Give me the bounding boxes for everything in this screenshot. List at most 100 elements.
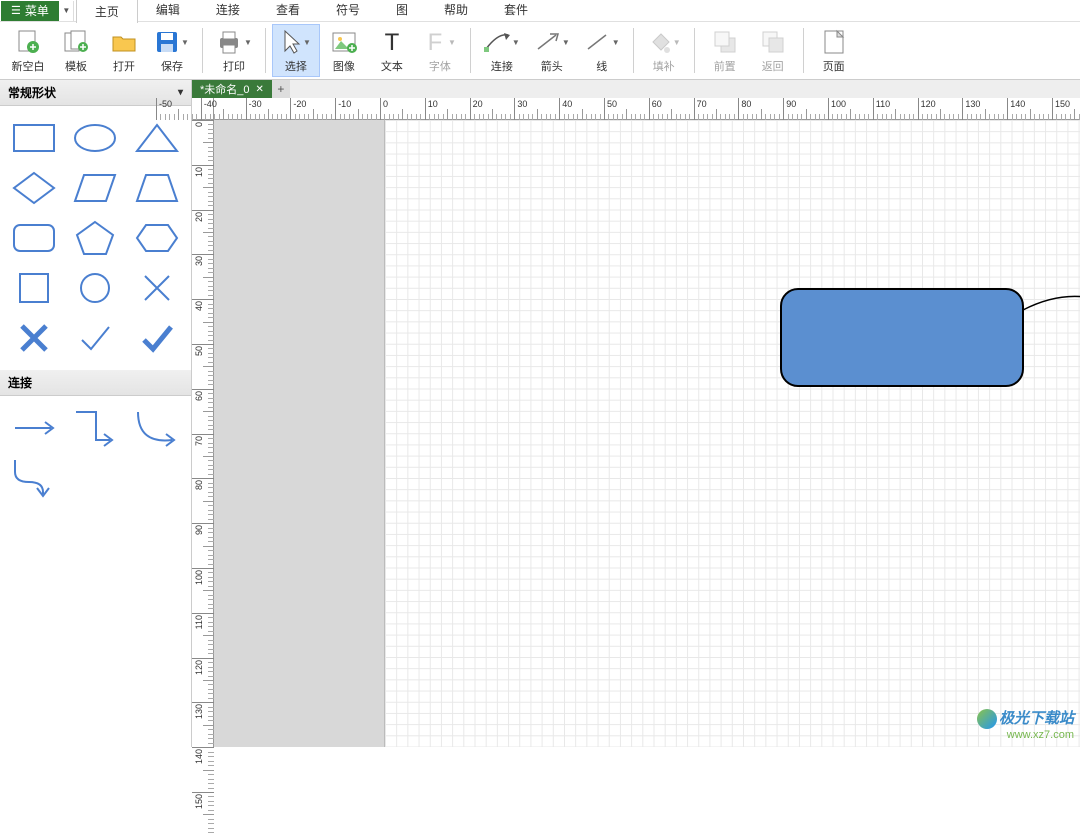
front-icon <box>713 27 737 57</box>
document-tabs: *未命名_0 ✕ + <box>192 80 1080 98</box>
menu-tab-6[interactable]: 帮助 <box>426 0 486 23</box>
toolbar-page-button[interactable]: 页面 <box>810 24 858 77</box>
toolbar-connect-button[interactable]: ▼连接 <box>477 24 527 77</box>
toolbar-label: 新空白 <box>12 58 45 74</box>
menu-tab-3[interactable]: 查看 <box>258 0 318 23</box>
folder-icon <box>111 27 137 57</box>
shape-parallelogram[interactable] <box>70 168 122 208</box>
toolbar-arrow-button[interactable]: ▼箭头 <box>527 24 577 77</box>
toolbar-save-button[interactable]: ▼ 保存 <box>148 24 196 77</box>
shape-check-bold[interactable] <box>131 318 183 358</box>
connections-panel-title: 连接 <box>8 374 32 391</box>
toolbar-back-button: 返回 <box>749 24 797 77</box>
shape-circle[interactable] <box>70 268 122 308</box>
menu-tab-1[interactable]: 编辑 <box>138 0 198 23</box>
connections-grid <box>0 396 191 510</box>
toolbar-front-button: 前置 <box>701 24 749 77</box>
ruler-horizontal: -50-40-30-20-100102030405060708090100110… <box>214 98 1080 120</box>
dropdown-icon: ▼ <box>303 38 311 47</box>
svg-text:T: T <box>385 30 400 54</box>
menu-tab-5[interactable]: 图 <box>378 0 426 23</box>
toolbar-label: 选择 <box>285 58 307 74</box>
printer-icon: ▼ <box>216 27 252 57</box>
shape-triangle[interactable] <box>131 118 183 158</box>
shape-x-thin[interactable] <box>131 268 183 308</box>
shape-rectangle[interactable] <box>8 118 60 158</box>
dropdown-icon: ▼ <box>244 38 252 47</box>
toolbar-image-button[interactable]: 图像 <box>320 24 368 77</box>
shape-x-bold[interactable] <box>8 318 60 358</box>
canvas[interactable] <box>214 120 1080 747</box>
workspace: 常规形状 ▾ 连接 <box>0 80 1080 747</box>
menu-tab-2[interactable]: 连接 <box>198 0 258 23</box>
back-icon <box>761 27 785 57</box>
toolbar-print-button[interactable]: ▼打印 <box>209 24 259 77</box>
connector-curve[interactable] <box>131 408 183 448</box>
menu-tab-7[interactable]: 套件 <box>486 0 546 23</box>
watermark: 极光下载站 www.xz7.com <box>977 707 1074 741</box>
shape-trapezoid[interactable] <box>131 168 183 208</box>
menu-tab-4[interactable]: 符号 <box>318 0 378 23</box>
caret-down-icon: ▾ <box>178 87 183 98</box>
document-tab[interactable]: *未命名_0 ✕ <box>192 80 272 98</box>
watermark-text: 极光下载站 <box>999 710 1074 727</box>
connections-panel-header[interactable]: 连接 <box>0 370 191 396</box>
toolbar-fill-button: ▼ 填补 <box>640 24 688 77</box>
menu-bar: 菜单 ▼ 主页编辑连接查看符号图帮助套件 <box>0 0 1080 22</box>
toolbar-open-button[interactable]: 打开 <box>100 24 148 77</box>
toolbar-label: 线 <box>596 58 607 74</box>
shape-hexagon[interactable] <box>131 218 183 258</box>
svg-text:F: F <box>428 30 443 54</box>
toolbar-text-button[interactable]: T文本 <box>368 24 416 77</box>
toolbar-new-blank-button[interactable]: 新空白 <box>4 24 52 77</box>
toolbar-separator <box>633 28 634 73</box>
menu-label: 菜单 <box>25 2 49 19</box>
page-icon <box>823 27 845 57</box>
canvas-shape-rounded-rect[interactable] <box>780 288 1024 387</box>
font-icon: F▼ <box>424 27 456 57</box>
connector-arrow[interactable] <box>8 408 60 448</box>
toolbar-label: 模板 <box>65 58 87 74</box>
menu-dropdown-icon[interactable]: ▼ <box>60 1 74 21</box>
toolbar-select-button[interactable]: ▼ 选择 <box>272 24 320 77</box>
connect-icon: ▼ <box>484 27 520 57</box>
ruler-vertical: 0102030405060708090100110120130140150 <box>192 120 214 747</box>
connector-s-curve[interactable] <box>8 458 60 498</box>
toolbar-line-button[interactable]: ▼线 <box>577 24 627 77</box>
toolbar-label: 图像 <box>333 58 355 74</box>
doc-plus-icon <box>15 27 41 57</box>
dropdown-icon: ▼ <box>612 38 620 47</box>
shape-check-thin[interactable] <box>70 318 122 358</box>
toolbar-label: 填补 <box>653 58 675 74</box>
toolbar-label: 保存 <box>161 58 183 74</box>
toolbar-label: 打开 <box>113 58 135 74</box>
dropdown-icon: ▼ <box>512 38 520 47</box>
shapes-grid <box>0 106 191 370</box>
toolbar-label: 页面 <box>823 58 845 74</box>
menu-tab-0[interactable]: 主页 <box>76 0 138 23</box>
close-icon[interactable]: ✕ <box>256 84 264 95</box>
toolbar-separator <box>470 28 471 73</box>
shape-square[interactable] <box>8 268 60 308</box>
doc-template-icon <box>63 27 89 57</box>
dropdown-icon: ▼ <box>673 38 681 47</box>
page[interactable] <box>384 120 1080 747</box>
shape-diamond[interactable] <box>8 168 60 208</box>
watermark-logo-icon <box>977 709 997 729</box>
add-tab-button[interactable]: + <box>272 80 290 98</box>
connector-elbow[interactable] <box>70 408 122 448</box>
canvas-connector-curve[interactable] <box>1021 290 1080 400</box>
dropdown-icon: ▼ <box>448 38 456 47</box>
shape-rounded-rect[interactable] <box>8 218 60 258</box>
dropdown-icon: ▼ <box>562 38 570 47</box>
watermark-url: www.xz7.com <box>977 729 1074 741</box>
toolbar-label: 前置 <box>714 58 736 74</box>
app-menu-button[interactable]: 菜单 <box>1 1 59 21</box>
toolbar-separator <box>803 28 804 73</box>
floppy-icon: ▼ <box>155 27 189 57</box>
shape-pentagon[interactable] <box>70 218 122 258</box>
shape-ellipse[interactable] <box>70 118 122 158</box>
toolbar: 新空白模板打开▼保存▼打印▼选择图像T文本F▼字体▼连接▼箭头▼线▼填补前置返回… <box>0 22 1080 80</box>
toolbar-template-button[interactable]: 模板 <box>52 24 100 77</box>
dropdown-icon: ▼ <box>181 38 189 47</box>
